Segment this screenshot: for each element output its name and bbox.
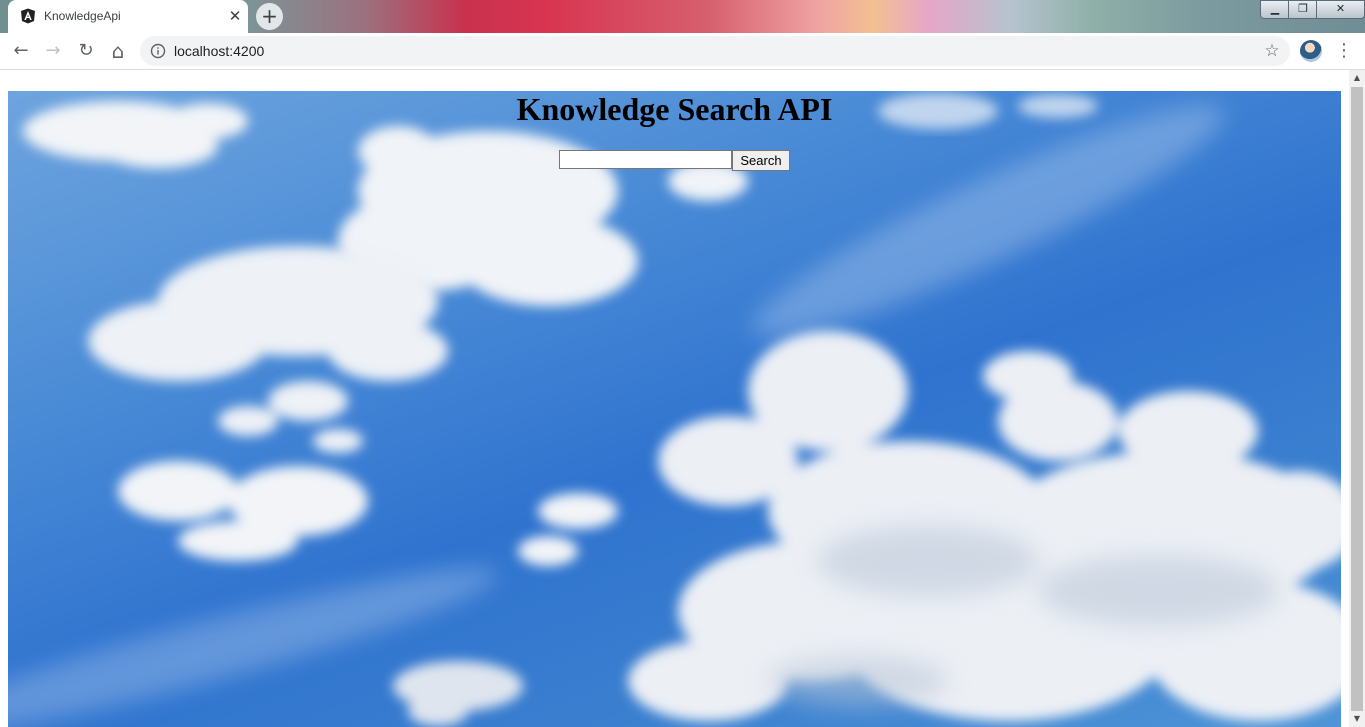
page-title: Knowledge Search API bbox=[516, 91, 833, 127]
clouds-illustration bbox=[8, 93, 1341, 727]
site-info-icon[interactable] bbox=[150, 43, 166, 59]
window-title-bar: KnowledgeApi ✕ + ▁ ❐ ✕ bbox=[0, 0, 1365, 33]
tab-title: KnowledgeApi bbox=[44, 9, 121, 23]
scrollbar-thumb[interactable] bbox=[1351, 87, 1363, 711]
back-arrow-icon[interactable]: ← bbox=[9, 39, 33, 63]
forward-arrow-icon[interactable]: → bbox=[41, 39, 65, 63]
profile-avatar[interactable] bbox=[1300, 40, 1322, 62]
angular-icon bbox=[21, 8, 35, 24]
url-text[interactable]: localhost:4200 bbox=[174, 43, 264, 59]
search-input[interactable] bbox=[559, 150, 732, 169]
restore-window-button[interactable]: ❐ bbox=[1288, 0, 1318, 19]
sky-background-image: Knowledge Search API Search bbox=[8, 91, 1341, 727]
scroll-down-icon[interactable]: ▼ bbox=[1349, 711, 1365, 727]
vertical-scrollbar[interactable]: ▲ ▼ bbox=[1349, 70, 1365, 727]
browser-menu-icon[interactable]: ⋮ bbox=[1334, 39, 1354, 63]
reload-icon[interactable]: ↻ bbox=[74, 39, 98, 63]
scroll-up-icon[interactable]: ▲ bbox=[1349, 70, 1365, 86]
home-icon[interactable]: ⌂ bbox=[106, 39, 130, 63]
minimize-window-button[interactable]: ▁ bbox=[1260, 0, 1290, 19]
address-bar[interactable]: localhost:4200 ☆ bbox=[140, 36, 1290, 66]
bookmark-star-icon[interactable]: ☆ bbox=[1261, 40, 1283, 62]
browser-toolbar: ← → ↻ ⌂ localhost:4200 ☆ ⋮ bbox=[0, 33, 1365, 70]
browser-tab[interactable]: KnowledgeApi ✕ bbox=[8, 0, 248, 33]
close-window-button[interactable]: ✕ bbox=[1316, 0, 1365, 19]
page-viewport: Knowledge Search API Search bbox=[0, 70, 1349, 727]
search-button[interactable]: Search bbox=[732, 150, 790, 171]
new-tab-button[interactable]: + bbox=[256, 3, 283, 30]
tab-close-icon[interactable]: ✕ bbox=[226, 7, 244, 25]
